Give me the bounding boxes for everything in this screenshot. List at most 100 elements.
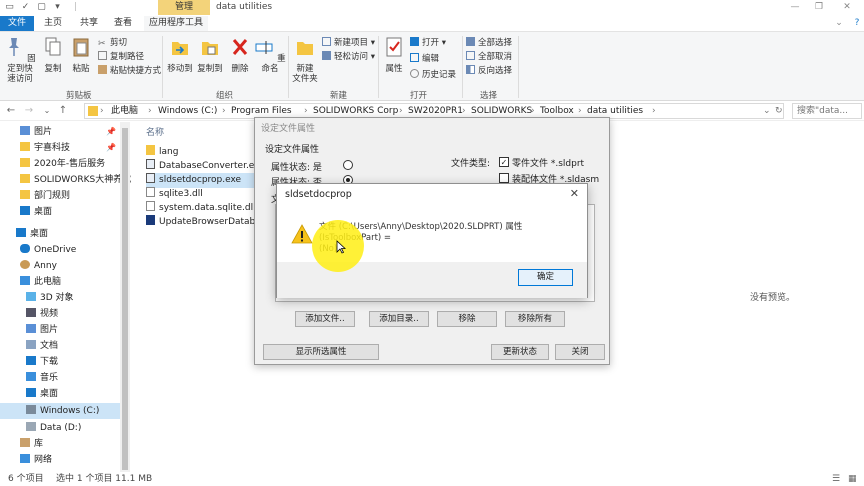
minimize-icon[interactable]: — (784, 0, 806, 15)
add-file-button[interactable]: 添加文件.. (295, 311, 355, 327)
paste-shortcut-icon (98, 65, 107, 74)
paste-button[interactable]: 粘贴 (68, 36, 94, 74)
file-type-label: 文件类型: (451, 159, 491, 169)
help-icon[interactable]: ? (846, 16, 864, 31)
cut-button[interactable]: ✂ 剪切 (98, 37, 127, 49)
nav-item-rules[interactable]: 部门规则 (0, 188, 120, 204)
tab-share[interactable]: 共享 (74, 16, 104, 31)
select-none-button[interactable]: 全部取消 (466, 51, 512, 63)
nav-item-3d-objects[interactable]: 3D 对象 (0, 290, 120, 306)
nav-item-desktop[interactable]: 桌面 (0, 226, 120, 242)
details-view-icon[interactable]: ☰ (832, 472, 840, 486)
new-item-button[interactable]: 新建项目 ▾ (322, 37, 375, 49)
pin-icon (9, 38, 20, 56)
download-icon (26, 356, 36, 365)
paste-shortcut-button[interactable]: 粘贴快捷方式 (98, 65, 161, 77)
show-selected-props-button[interactable]: 显示所选属性 (263, 344, 379, 360)
select-all-icon (466, 37, 475, 46)
crumb-toolbox[interactable]: Toolbox (540, 104, 574, 118)
pin-quick-access-button[interactable]: 固定到快 速访问 (2, 36, 38, 84)
navigation-pane: 图片 📌 宇喜科技 📌 2020年-售后服务 SOLIDWORKS大神养成 部门规则… (0, 122, 131, 472)
assembly-file-checkbox[interactable] (499, 173, 509, 183)
part-file-checkbox[interactable]: ✓ (499, 157, 509, 167)
maximize-icon[interactable]: ❐ (808, 0, 830, 15)
ok-button[interactable]: 确定 (518, 269, 573, 286)
file-item-lang[interactable]: lang (146, 145, 178, 160)
nav-item-anny[interactable]: Anny (0, 258, 120, 274)
close-button[interactable]: 关闭 (555, 344, 605, 360)
breadcrumb-separator: › (462, 106, 466, 116)
tab-view[interactable]: 查看 (108, 16, 138, 31)
column-header-name[interactable]: 名称 (146, 125, 164, 138)
close-icon[interactable]: ✕ (570, 187, 579, 200)
open-button[interactable]: 打开 ▾ (410, 37, 446, 49)
select-all-button[interactable]: 全部选择 (466, 37, 512, 49)
new-folder-quick-icon[interactable]: ▢ (36, 2, 47, 13)
nav-item-this-pc[interactable]: 此电脑 (0, 274, 120, 290)
properties-quick-icon[interactable]: ✓ (20, 2, 31, 13)
remove-button[interactable]: 移除 (437, 311, 497, 327)
app-folder-icon[interactable]: ▭ (4, 2, 15, 13)
properties-button[interactable]: 属性 (382, 36, 406, 74)
file-item-sqlite3[interactable]: sqlite3.dll (146, 187, 203, 202)
nav-item-pictures[interactable]: 图片 (0, 322, 120, 338)
file-item-system-data-sqlite[interactable]: system.data.sqlite.dll (146, 201, 256, 216)
new-folder-button[interactable]: 新建 文件夹 (290, 36, 320, 84)
nav-scrollbar-thumb[interactable] (122, 128, 128, 470)
nav-item-aftersales[interactable]: 2020年-售后服务 (0, 156, 120, 172)
nav-item-desktop-quick[interactable]: 桌面 (0, 204, 120, 220)
nav-item-yuxi[interactable]: 宇喜科技 📌 (0, 140, 120, 156)
address-dropdown-icon[interactable]: ⌄ (763, 104, 771, 118)
history-button[interactable]: 历史记录 (410, 69, 456, 81)
easy-access-button[interactable]: 轻松访问 ▾ (322, 51, 375, 63)
edit-button[interactable]: 编辑 (410, 53, 439, 65)
nav-item-pictures-pinned[interactable]: 图片 📌 (0, 124, 120, 140)
context-tab-manage[interactable]: 管理 (158, 0, 210, 15)
crumb-data-utilities[interactable]: data utilities (587, 104, 643, 118)
select-none-icon (466, 51, 475, 60)
file-item-databaseconverter[interactable]: DatabaseConverter.exe (146, 159, 265, 174)
crumb-program-files[interactable]: Program Files (231, 104, 292, 118)
copy-button[interactable]: 复制 (40, 36, 66, 74)
move-to-button[interactable]: 移动到 (166, 36, 194, 74)
delete-button[interactable]: 删除 (228, 36, 252, 74)
refresh-icon[interactable]: ↻ (775, 104, 783, 118)
nav-item-libraries[interactable]: 库 (0, 436, 120, 452)
nav-item-data-d[interactable]: Data (D:) (0, 420, 120, 436)
large-icons-view-icon[interactable]: ▦ (848, 472, 857, 486)
nav-item-music[interactable]: 音乐 (0, 370, 120, 386)
rename-button[interactable]: 重命名 (254, 36, 286, 74)
back-arrow-icon[interactable]: ← (4, 104, 18, 118)
nav-item-videos[interactable]: 视频 (0, 306, 120, 322)
forward-arrow-icon[interactable]: → (22, 104, 36, 118)
nav-item-desktop-pc[interactable]: 桌面 (0, 386, 120, 402)
search-input[interactable]: 搜索"data... (792, 103, 862, 119)
close-window-icon[interactable]: ✕ (836, 0, 858, 15)
copy-to-button[interactable]: 复制到 (196, 36, 224, 74)
add-directory-button[interactable]: 添加目录.. (369, 311, 429, 327)
remove-all-button[interactable]: 移除所有 (505, 311, 565, 327)
crumb-this-pc[interactable]: 此电脑 (111, 104, 138, 118)
crumb-solidworks[interactable]: SOLIDWORKS (471, 104, 532, 118)
update-status-button[interactable]: 更新状态 (491, 344, 549, 360)
up-arrow-icon[interactable]: ↑ (56, 104, 70, 118)
file-item-sldsetdocprop[interactable]: sldsetdocprop.exe (146, 173, 258, 188)
nav-item-documents[interactable]: 文档 (0, 338, 120, 354)
nav-item-network[interactable]: 网络 (0, 452, 120, 468)
nav-item-solidworks-master[interactable]: SOLIDWORKS大神养成 (0, 172, 131, 188)
nav-item-onedrive[interactable]: OneDrive (0, 242, 120, 258)
crumb-windows-c[interactable]: Windows (C:) (158, 104, 217, 118)
copy-path-button[interactable]: 复制路径 (98, 51, 144, 63)
prop-yes-radio[interactable] (343, 160, 353, 170)
tab-file[interactable]: 文件 (0, 16, 34, 31)
tab-app-tools[interactable]: 应用程序工具 (144, 16, 208, 31)
recent-locations-chevron-icon[interactable]: ⌄ (40, 104, 54, 118)
quick-access-dropdown-icon[interactable]: ▾ (52, 2, 63, 13)
invert-selection-button[interactable]: 反向选择 (466, 65, 512, 77)
tab-home[interactable]: 主页 (38, 16, 68, 31)
crumb-sw2020pr1[interactable]: SW2020PR1 (408, 104, 463, 118)
file-item-updatebrowserdatabase[interactable]: UpdateBrowserDatabase (146, 215, 271, 230)
crumb-solidworks-corp[interactable]: SOLIDWORKS Corp (313, 104, 398, 118)
nav-item-downloads[interactable]: 下载 (0, 354, 120, 370)
nav-item-windows-c[interactable]: Windows (C:) (0, 403, 120, 419)
